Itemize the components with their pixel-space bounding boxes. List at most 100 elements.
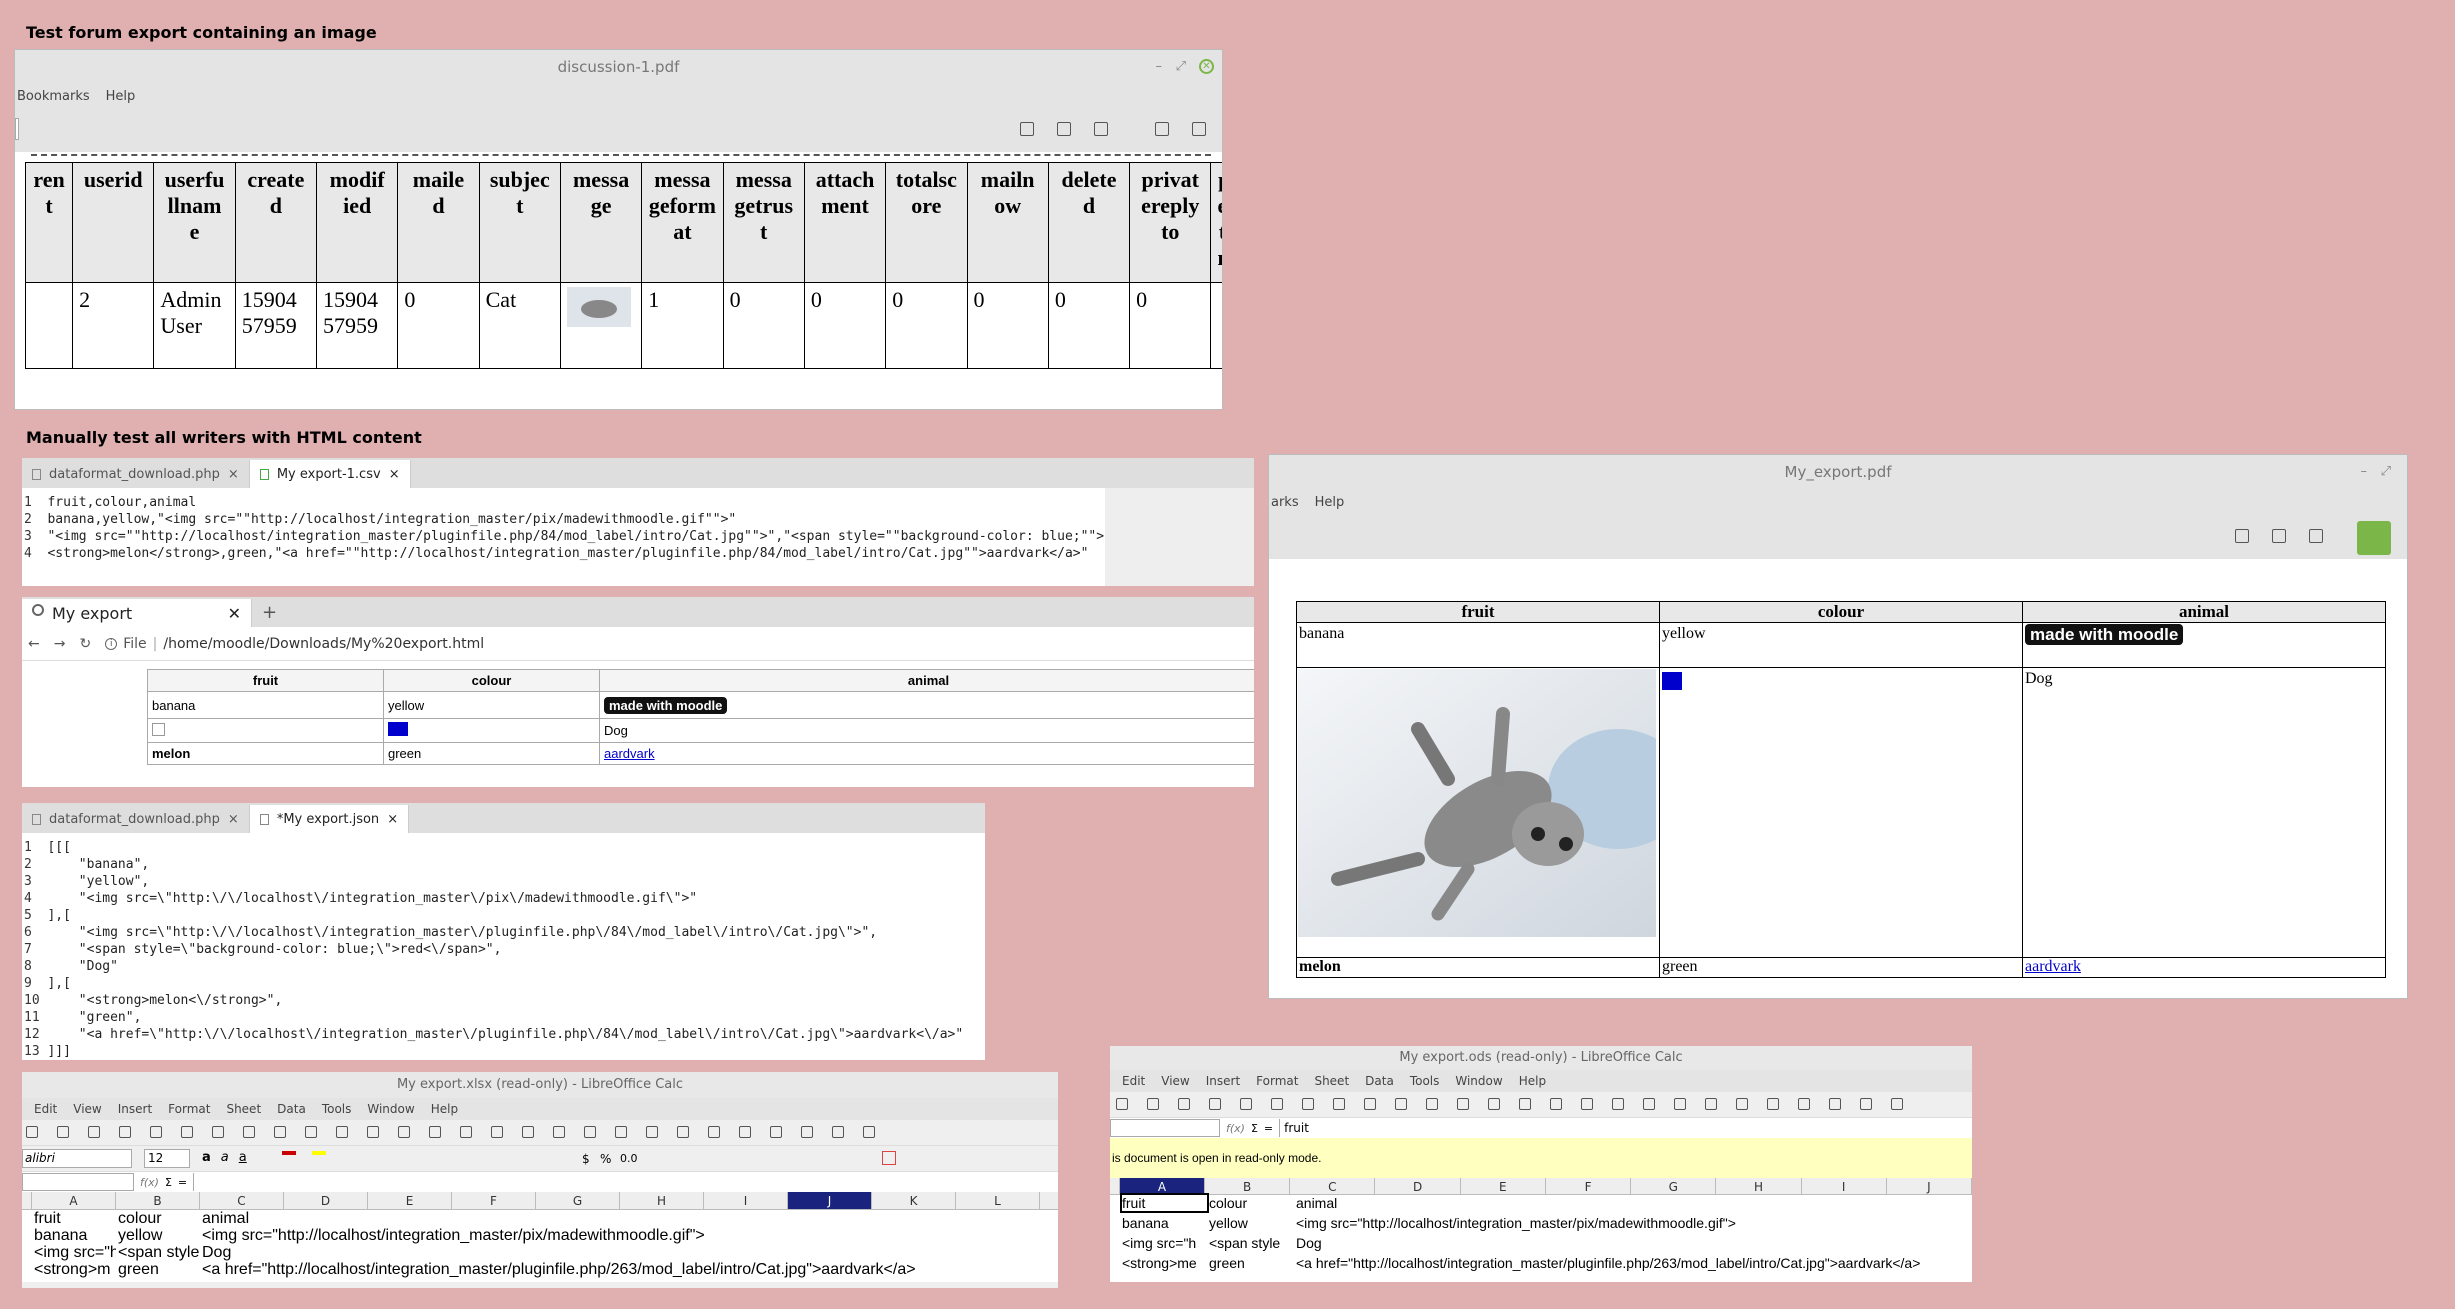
toolbar-icon[interactable] bbox=[1271, 1098, 1283, 1110]
new-tab-button[interactable]: + bbox=[252, 599, 287, 627]
back-icon[interactable]: ← bbox=[28, 636, 40, 652]
function-wizard-icon[interactable]: f(x) bbox=[140, 1176, 159, 1189]
cell[interactable]: <span style bbox=[1209, 1235, 1294, 1251]
toolbar-icon[interactable] bbox=[88, 1126, 100, 1138]
menu-item[interactable]: Sheet bbox=[1314, 1074, 1349, 1088]
column-header[interactable]: L bbox=[956, 1192, 1040, 1209]
column-header[interactable]: A bbox=[32, 1192, 116, 1209]
cell[interactable]: <img src="ht bbox=[34, 1244, 116, 1262]
menu-item[interactable]: Tools bbox=[322, 1102, 352, 1116]
menu-item[interactable]: Data bbox=[277, 1102, 306, 1116]
menu-item[interactable]: View bbox=[73, 1102, 101, 1116]
toolbar-icon[interactable] bbox=[708, 1126, 720, 1138]
cell[interactable]: <img src="http://localhost/integration_m… bbox=[1296, 1215, 1736, 1231]
toolbar-icon[interactable] bbox=[584, 1126, 596, 1138]
toolbar-icon[interactable] bbox=[460, 1126, 472, 1138]
menu-bookmarks[interactable]: arks bbox=[1271, 495, 1299, 510]
column-header[interactable]: G bbox=[1631, 1178, 1717, 1194]
cell[interactable]: fruit bbox=[1120, 1193, 1209, 1213]
cell[interactable]: fruit bbox=[34, 1210, 116, 1228]
cell[interactable]: animal bbox=[202, 1210, 249, 1228]
toolbar-icon[interactable] bbox=[429, 1126, 441, 1138]
toolbar-icon[interactable] bbox=[1364, 1098, 1376, 1110]
close-tab-icon[interactable]: × bbox=[387, 812, 398, 827]
toolbar-icon[interactable] bbox=[801, 1126, 813, 1138]
underline-icon[interactable]: a bbox=[239, 1150, 247, 1165]
toolbar-icon[interactable] bbox=[677, 1126, 689, 1138]
number-format-icon[interactable]: 0.0 bbox=[620, 1152, 638, 1165]
close-icon[interactable]: ✕ bbox=[1199, 59, 1214, 74]
toolbar-icon[interactable] bbox=[305, 1126, 317, 1138]
toolbar-icon[interactable] bbox=[1705, 1098, 1717, 1110]
close-tab-icon[interactable]: ✕ bbox=[228, 604, 241, 623]
toolbar-icon[interactable] bbox=[1488, 1098, 1500, 1110]
column-header[interactable]: C bbox=[200, 1192, 284, 1209]
tab-dataformat-download[interactable]: dataformat_download.php × bbox=[22, 805, 250, 833]
toolbar-icon[interactable] bbox=[863, 1126, 875, 1138]
toolbar-icon[interactable] bbox=[57, 1126, 69, 1138]
cell[interactable]: colour bbox=[1209, 1195, 1294, 1211]
toolbar-icon[interactable] bbox=[1860, 1098, 1872, 1110]
toolbar-icon[interactable] bbox=[212, 1126, 224, 1138]
toolbar-icon[interactable] bbox=[553, 1126, 565, 1138]
toolbar-icon[interactable] bbox=[181, 1126, 193, 1138]
menu-item[interactable]: Sheet bbox=[226, 1102, 261, 1116]
cell[interactable]: <span style bbox=[118, 1244, 200, 1262]
minimize-icon[interactable]: – bbox=[2361, 455, 2368, 489]
italic-icon[interactable]: a bbox=[221, 1150, 229, 1165]
toolbar-icon[interactable] bbox=[1426, 1098, 1438, 1110]
toolbar-icon[interactable] bbox=[1798, 1098, 1810, 1110]
font-name-box[interactable]: alibri bbox=[22, 1149, 132, 1168]
sum-icon[interactable]: Σ bbox=[1251, 1122, 1258, 1135]
toolbar-icon[interactable] bbox=[1612, 1098, 1624, 1110]
cell[interactable]: green bbox=[1209, 1255, 1294, 1271]
formula-input[interactable] bbox=[193, 1173, 1058, 1191]
menu-item[interactable]: Help bbox=[1519, 1074, 1546, 1088]
toolbar-icon[interactable] bbox=[1581, 1098, 1593, 1110]
toolbar-icon[interactable] bbox=[1767, 1098, 1779, 1110]
toolbar-icon[interactable] bbox=[243, 1126, 255, 1138]
border-style-icon[interactable] bbox=[882, 1151, 896, 1165]
browser-tab-my-export[interactable]: My export ✕ bbox=[22, 599, 252, 627]
xlsx-grid[interactable]: fruit colour animal banana yellow <img src="h… bbox=[22, 1210, 1058, 1282]
toolbar-icon[interactable] bbox=[1116, 1098, 1128, 1110]
highlight-icon[interactable] bbox=[312, 1151, 326, 1155]
menu-item[interactable]: Edit bbox=[34, 1102, 57, 1116]
cell[interactable]: banana bbox=[1122, 1215, 1207, 1231]
cell[interactable]: <strong>m bbox=[34, 1261, 116, 1279]
maximize-icon[interactable]: ⤢ bbox=[1176, 50, 1186, 84]
column-header[interactable]: D bbox=[1375, 1178, 1461, 1194]
minimize-icon[interactable]: – bbox=[1156, 50, 1163, 84]
toolbar-icon[interactable] bbox=[1147, 1098, 1159, 1110]
toolbar-icon[interactable] bbox=[1643, 1098, 1655, 1110]
cell[interactable]: <a href="http://localhost/integration_ma… bbox=[202, 1261, 916, 1279]
toolbar-icon[interactable] bbox=[398, 1126, 410, 1138]
font-color-icon[interactable] bbox=[282, 1151, 296, 1155]
column-header[interactable]: I bbox=[704, 1192, 788, 1209]
column-header[interactable]: E bbox=[368, 1192, 452, 1209]
maximize-icon[interactable]: ⤢ bbox=[2381, 455, 2391, 489]
font-size-box[interactable]: 12 bbox=[144, 1149, 190, 1168]
toolbar-icon[interactable] bbox=[615, 1126, 627, 1138]
cell[interactable]: green bbox=[118, 1261, 200, 1279]
toolbar-icon[interactable] bbox=[1395, 1098, 1407, 1110]
toolbar-icon[interactable] bbox=[1674, 1098, 1686, 1110]
toolbar-icon[interactable] bbox=[1519, 1098, 1531, 1110]
aardvark-link[interactable]: aardvark bbox=[2025, 958, 2081, 975]
currency-icon[interactable]: $ bbox=[582, 1152, 590, 1166]
close-tab-icon[interactable]: × bbox=[389, 467, 400, 482]
forward-icon[interactable]: → bbox=[54, 636, 66, 652]
reload-icon[interactable]: ↻ bbox=[79, 636, 91, 652]
toolbar-icon[interactable] bbox=[646, 1126, 658, 1138]
menu-item[interactable]: Insert bbox=[118, 1102, 152, 1116]
sum-icon[interactable]: Σ bbox=[165, 1176, 172, 1189]
menu-item[interactable]: Tools bbox=[1410, 1074, 1440, 1088]
percent-icon[interactable]: % bbox=[600, 1152, 611, 1166]
bold-icon[interactable]: a bbox=[202, 1150, 211, 1165]
toolbar-icon[interactable] bbox=[336, 1126, 348, 1138]
bold-italic-underline[interactable]: aaa bbox=[202, 1150, 247, 1165]
cell[interactable]: Dog bbox=[202, 1244, 231, 1262]
toolbar-icon[interactable] bbox=[150, 1126, 162, 1138]
cell[interactable]: colour bbox=[118, 1210, 200, 1228]
zoom-in-icon[interactable] bbox=[2272, 529, 2286, 543]
